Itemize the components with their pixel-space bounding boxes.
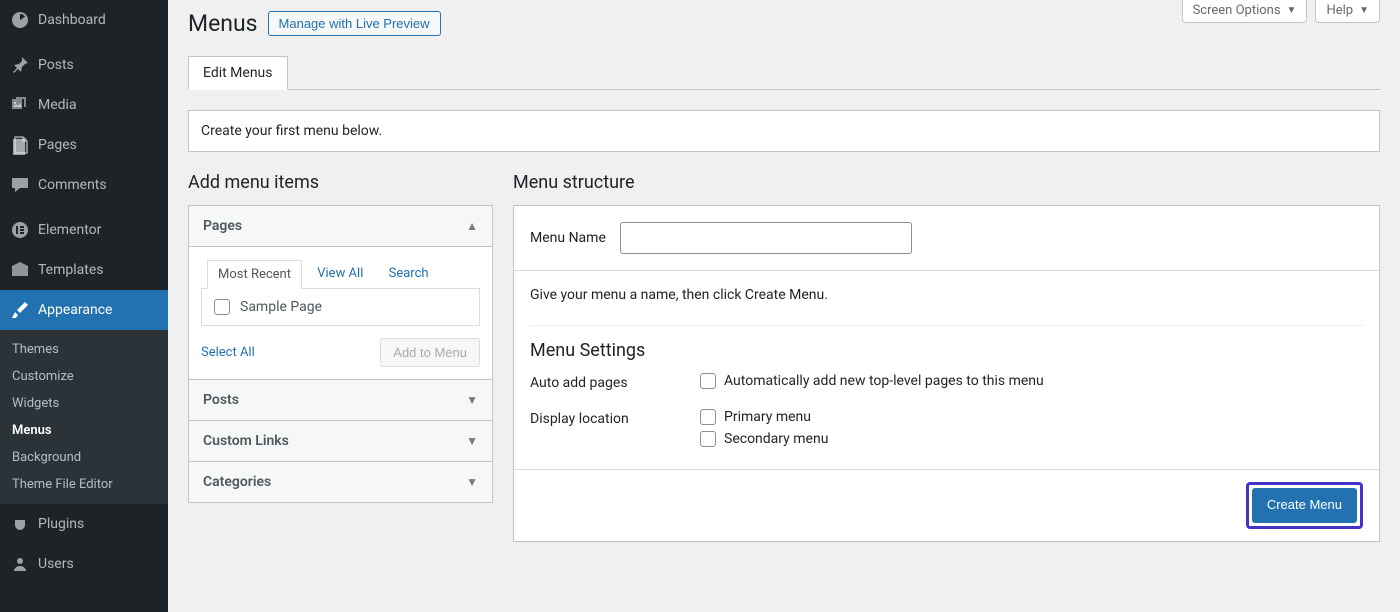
accordion-categories-header[interactable]: Categories ▼	[189, 462, 492, 502]
submenu-item-widgets[interactable]: Widgets	[0, 390, 168, 417]
submenu-item-background[interactable]: Background	[0, 444, 168, 471]
accordion-pages-header[interactable]: Pages ▲	[189, 206, 492, 246]
checkbox[interactable]	[700, 431, 716, 447]
sidebar-item-templates[interactable]: Templates	[0, 250, 168, 290]
sidebar-item-label: Posts	[38, 57, 74, 73]
dashboard-icon	[10, 10, 30, 30]
sidebar-item-appearance[interactable]: Appearance	[0, 290, 168, 330]
sidebar-item-dashboard[interactable]: Dashboard	[0, 0, 168, 40]
option-label: Primary menu	[724, 409, 811, 425]
add-menu-items-heading: Add menu items	[188, 172, 493, 193]
inner-tab-most-recent[interactable]: Most Recent	[207, 260, 302, 289]
sidebar-item-label: Dashboard	[38, 12, 106, 28]
page-title: Menus	[188, 10, 258, 37]
accordion-custom-links-header[interactable]: Custom Links ▼	[189, 421, 492, 461]
display-location-secondary[interactable]: Secondary menu	[700, 431, 1363, 447]
auto-add-pages-label: Auto add pages	[530, 373, 700, 391]
submenu-item-customize[interactable]: Customize	[0, 363, 168, 390]
plugin-icon	[10, 514, 30, 534]
accordion-label: Categories	[203, 474, 271, 490]
media-icon	[10, 95, 30, 115]
chevron-down-icon: ▼	[466, 434, 478, 448]
info-notice: Create your first menu below.	[188, 110, 1380, 152]
option-label: Secondary menu	[724, 431, 828, 447]
caret-down-icon: ▼	[1359, 5, 1369, 16]
accordion-posts: Posts ▼	[188, 380, 493, 421]
submenu-item-theme-file-editor[interactable]: Theme File Editor	[0, 471, 168, 498]
inner-tab-view-all[interactable]: View All	[307, 260, 373, 287]
menu-hint-text: Give your menu a name, then click Create…	[530, 287, 1363, 303]
sidebar-item-label: Appearance	[38, 302, 112, 318]
help-label: Help	[1326, 3, 1353, 18]
help-button[interactable]: Help ▼	[1315, 0, 1380, 23]
select-all-link[interactable]: Select All	[201, 345, 255, 360]
menu-structure-panel: Menu Name Give your menu a name, then cl…	[513, 205, 1380, 542]
admin-sidebar: Dashboard Posts Media Pages Comments Ele…	[0, 0, 168, 612]
accordion-posts-header[interactable]: Posts ▼	[189, 380, 492, 420]
comment-icon	[10, 175, 30, 195]
option-label: Automatically add new top-level pages to…	[724, 373, 1044, 389]
accordion-pages: Pages ▲ Most Recent View All Search S	[188, 205, 493, 380]
templates-icon	[10, 260, 30, 280]
checkbox[interactable]	[214, 299, 230, 315]
page-item-label: Sample Page	[240, 299, 322, 315]
main-content: Screen Options ▼ Help ▼ Menus Manage wit…	[168, 0, 1400, 612]
menu-structure-heading: Menu structure	[513, 172, 1380, 193]
submenu-item-menus[interactable]: Menus	[0, 417, 168, 444]
sidebar-item-label: Media	[38, 97, 77, 113]
sidebar-item-label: Plugins	[38, 516, 84, 532]
auto-add-top-level-option[interactable]: Automatically add new top-level pages to…	[700, 373, 1363, 389]
create-menu-button[interactable]: Create Menu	[1252, 488, 1357, 523]
pages-icon	[10, 135, 30, 155]
checkbox[interactable]	[700, 409, 716, 425]
sidebar-item-posts[interactable]: Posts	[0, 45, 168, 85]
accordion-label: Pages	[203, 218, 242, 234]
sidebar-item-label: Comments	[38, 177, 107, 193]
nav-tabs: Edit Menus	[188, 55, 1380, 90]
chevron-down-icon: ▼	[466, 393, 478, 407]
chevron-down-icon: ▼	[466, 475, 478, 489]
menu-settings-heading: Menu Settings	[530, 340, 1363, 361]
tab-edit-menus[interactable]: Edit Menus	[188, 56, 288, 90]
caret-down-icon: ▼	[1287, 5, 1297, 16]
menu-name-label: Menu Name	[530, 230, 606, 246]
chevron-up-icon: ▲	[466, 219, 478, 233]
display-location-primary[interactable]: Primary menu	[700, 409, 1363, 425]
sidebar-item-users[interactable]: Users	[0, 544, 168, 584]
screen-options-button[interactable]: Screen Options ▼	[1182, 0, 1308, 23]
submenu-item-themes[interactable]: Themes	[0, 336, 168, 363]
users-icon	[10, 554, 30, 574]
sidebar-item-label: Elementor	[38, 222, 101, 238]
accordion-label: Custom Links	[203, 433, 289, 449]
sidebar-item-label: Users	[38, 556, 74, 572]
accordion-label: Posts	[203, 392, 239, 408]
sidebar-item-label: Pages	[38, 137, 77, 153]
inner-tab-search[interactable]: Search	[379, 260, 439, 287]
sidebar-item-plugins[interactable]: Plugins	[0, 504, 168, 544]
create-menu-highlight: Create Menu	[1246, 482, 1363, 529]
screen-options-label: Screen Options	[1193, 3, 1281, 18]
accordion-custom-links: Custom Links ▼	[188, 421, 493, 462]
sidebar-item-media[interactable]: Media	[0, 85, 168, 125]
manage-live-preview-button[interactable]: Manage with Live Preview	[268, 11, 441, 36]
pin-icon	[10, 55, 30, 75]
checkbox[interactable]	[700, 373, 716, 389]
sidebar-item-elementor[interactable]: Elementor	[0, 210, 168, 250]
brush-icon	[10, 300, 30, 320]
page-item-sample-page[interactable]: Sample Page	[214, 299, 467, 315]
accordion-categories: Categories ▼	[188, 462, 493, 503]
appearance-submenu: Themes Customize Widgets Menus Backgroun…	[0, 330, 168, 504]
menu-name-input[interactable]	[620, 222, 912, 254]
sidebar-item-pages[interactable]: Pages	[0, 125, 168, 165]
elementor-icon	[10, 220, 30, 240]
sidebar-item-label: Templates	[38, 262, 104, 278]
add-to-menu-button[interactable]: Add to Menu	[380, 338, 480, 367]
display-location-label: Display location	[530, 409, 700, 427]
sidebar-item-comments[interactable]: Comments	[0, 165, 168, 205]
